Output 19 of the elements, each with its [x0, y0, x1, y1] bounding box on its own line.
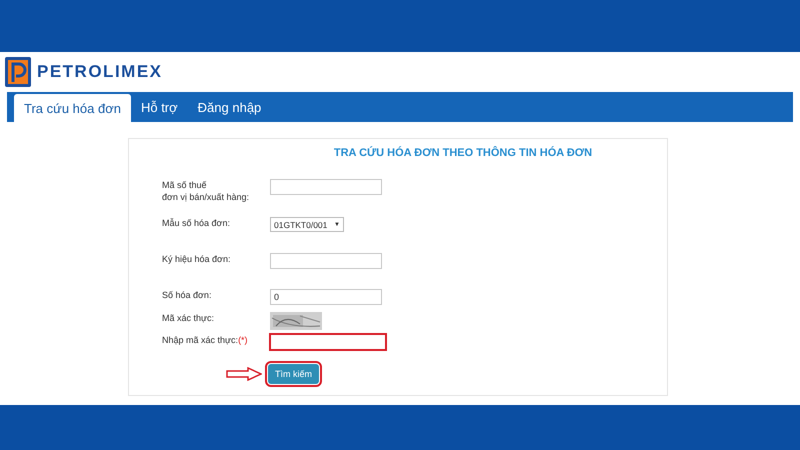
nav-tab[interactable]: Đăng nhập — [188, 92, 272, 122]
field-label: Ký hiệu hóa đơn: — [162, 253, 232, 265]
form-title: TRA CỨU HÓA ĐƠN THEO THÔNG TIN HÓA ĐƠN — [332, 145, 594, 159]
input-field[interactable] — [270, 179, 382, 195]
field-label: Mã số thuế — [162, 179, 208, 191]
search-button[interactable]: Tìm kiếm — [268, 364, 319, 384]
field-label: Số hóa đơn: — [162, 289, 212, 301]
field-label: Nhập mã xác thực:(*) — [162, 334, 249, 346]
nav-tab[interactable]: Hỗ trợ — [130, 92, 188, 122]
logo-icon — [5, 57, 31, 87]
required-mark: (*) — [238, 335, 248, 345]
input-field[interactable] — [270, 253, 382, 269]
field-label: Mã xác thực: — [162, 312, 216, 324]
field-label: Mẫu số hóa đơn: — [162, 217, 231, 229]
field-label: đơn vị bán/xuất hàng: — [162, 191, 250, 203]
input-field[interactable] — [270, 334, 386, 350]
input-field[interactable]: 0 — [270, 289, 382, 305]
logo-text: PETROLIMEX — [37, 62, 163, 82]
nav-tab[interactable]: Tra cứu hóa đơn — [14, 94, 131, 122]
